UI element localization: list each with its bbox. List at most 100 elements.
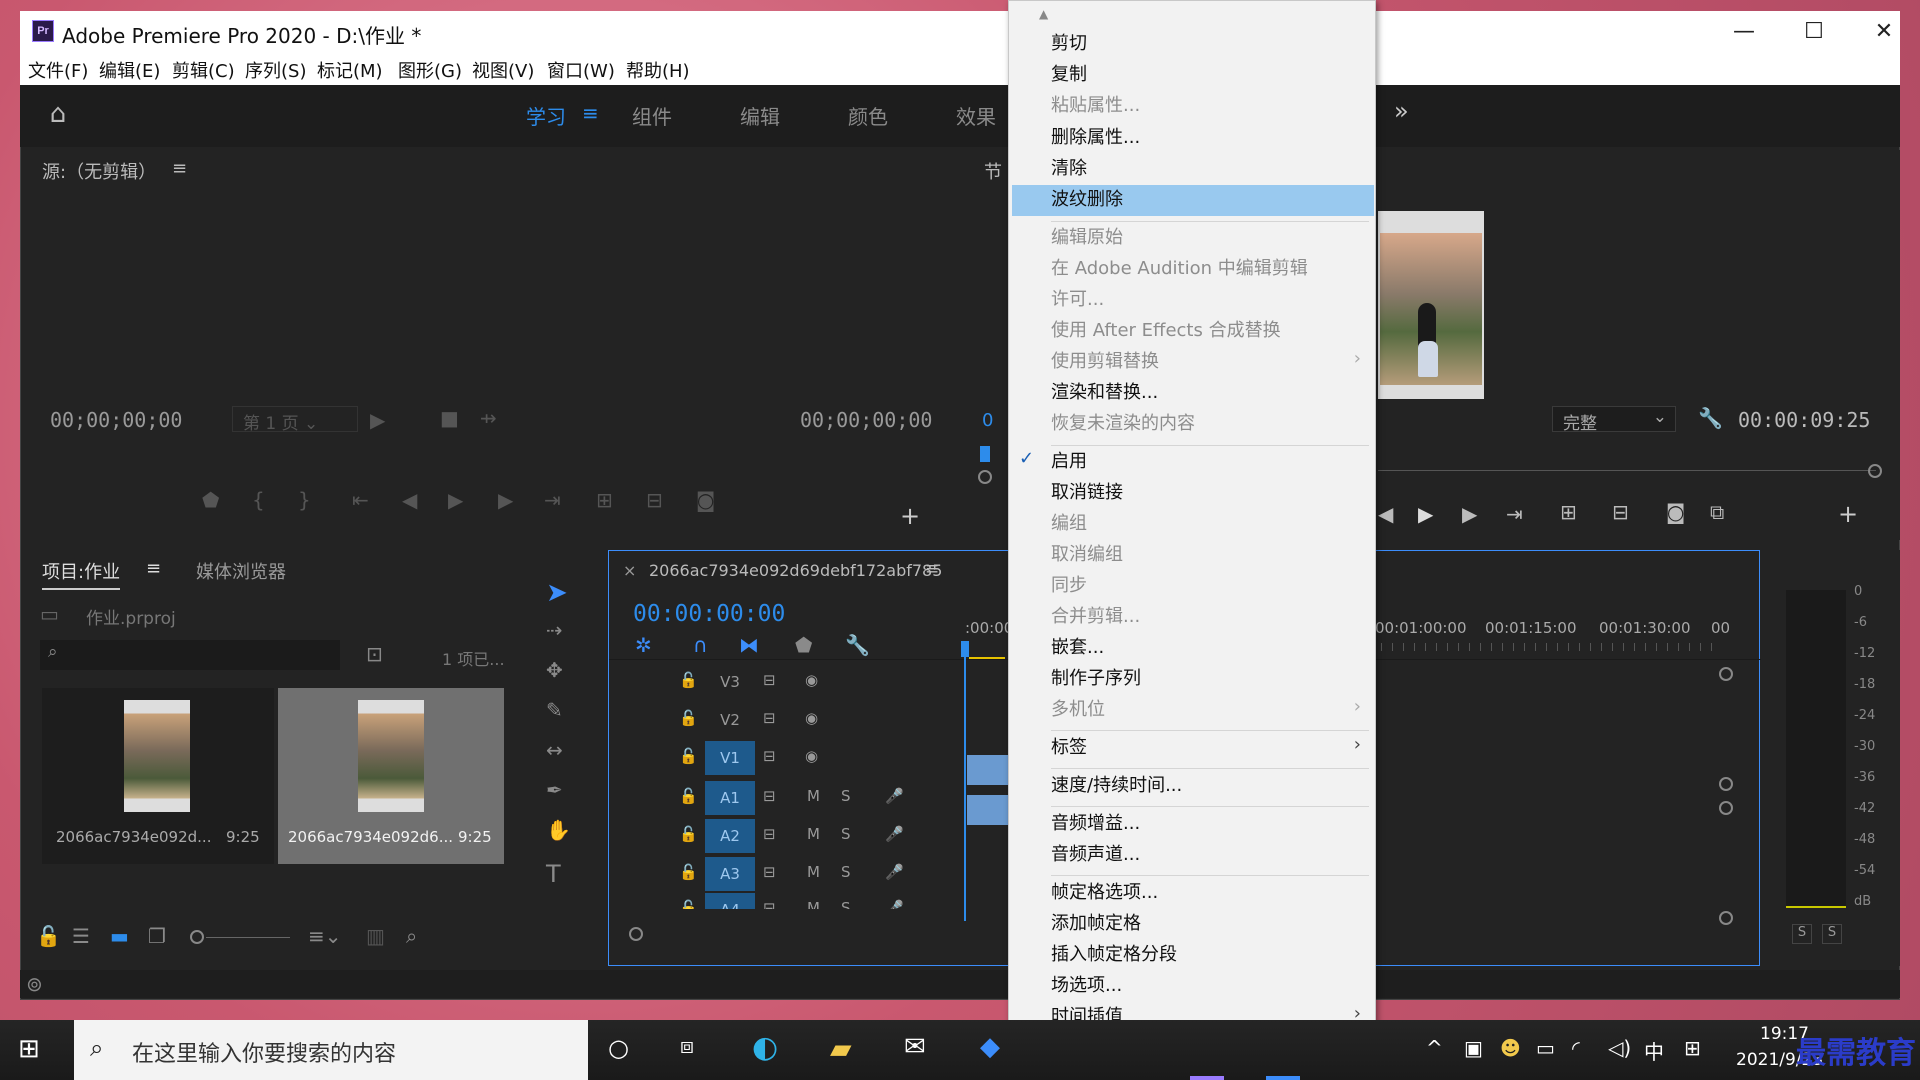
page-select[interactable]: 第 1 页 ⌄ <box>232 406 358 434</box>
voiceover-record-icon[interactable]: 🎤 <box>885 825 904 843</box>
step-forward-program-icon[interactable]: ▶ <box>1462 502 1477 526</box>
toggle-sync-lock-icon[interactable]: ⊟ <box>763 825 776 843</box>
toggle-sync-lock-icon[interactable]: ⊟ <box>763 709 776 727</box>
network-icon[interactable]: ◜ <box>1572 1036 1580 1060</box>
track-lock-icon[interactable]: 🔓 <box>679 899 698 909</box>
lock-icon[interactable]: 🔓 <box>36 924 61 948</box>
menu-file[interactable]: 文件(F) <box>28 57 88 83</box>
context-menu-item[interactable]: 嵌套... <box>1051 634 1104 662</box>
zoom-handle-left[interactable] <box>978 470 992 484</box>
track-label[interactable]: V1 <box>705 741 755 775</box>
slip-tool-icon[interactable]: ↔ <box>546 738 563 762</box>
context-menu-item[interactable]: 音频增益... <box>1051 810 1140 838</box>
workspace-learn[interactable]: 学习 <box>526 101 566 130</box>
menu-edit[interactable]: 编辑(E) <box>99 57 160 83</box>
creative-cloud-icon[interactable]: ⊚ <box>26 972 43 996</box>
step-back-program-icon[interactable]: ◀ <box>1378 502 1393 526</box>
find-icon[interactable]: ⌕ <box>406 924 417 948</box>
source-timecode-in[interactable]: 00;00;00;00 <box>50 408 182 432</box>
track-lock-icon[interactable]: 🔓 <box>679 747 698 765</box>
sort-icon[interactable]: ≡⌄ <box>308 924 342 948</box>
mute-track-icon[interactable]: M <box>807 787 820 805</box>
eye-icon[interactable]: ◉ <box>805 709 818 727</box>
export-frame-icon[interactable]: ◙ <box>696 488 715 512</box>
mute-track-icon[interactable]: M <box>807 863 820 881</box>
fit-select[interactable]: 完整 ⌄ <box>1552 406 1676 434</box>
zoom-slider-track[interactable] <box>206 937 290 938</box>
track-lock-icon[interactable]: 🔓 <box>679 671 698 689</box>
context-menu-item[interactable]: 删除属性... <box>1051 124 1140 152</box>
context-menu-item[interactable]: 标签 <box>1051 734 1087 762</box>
solo-track-icon[interactable]: S <box>841 825 851 843</box>
audio-zoom-handle-top[interactable] <box>1719 801 1733 815</box>
scroll-up-icon[interactable]: ▲ <box>1039 7 1048 21</box>
extract-icon[interactable]: ⊟ <box>1612 500 1629 524</box>
project-item-1[interactable]: 2066ac7934e092d... 9:25 <box>42 688 274 864</box>
qq-icon[interactable]: ☻ <box>1500 1036 1521 1060</box>
play-icon[interactable]: ▶ <box>370 408 385 432</box>
new-bin-icon[interactable]: ⊡ <box>366 642 383 666</box>
zoom-slider-handle[interactable] <box>190 930 204 944</box>
insert-icon[interactable]: ⊞ <box>596 488 613 512</box>
type-tool-icon[interactable]: T <box>546 860 561 888</box>
list-view-icon[interactable]: ☰ <box>72 924 90 948</box>
timeline-scroll-handle[interactable] <box>629 927 643 941</box>
windows-start-icon[interactable]: ⊞ <box>18 1034 40 1064</box>
menu-window[interactable]: 窗口(W) <box>547 57 615 83</box>
add-button-icon[interactable]: + <box>900 502 920 530</box>
add-program-button-icon[interactable]: + <box>1838 500 1858 528</box>
razor-tool-icon[interactable]: ✎ <box>546 698 563 722</box>
project-item-2[interactable]: 2066ac7934e092d6... 9:25 <box>278 688 504 864</box>
context-menu-item[interactable]: 清除 <box>1051 155 1087 183</box>
context-menu-item[interactable]: 启用 <box>1051 448 1087 476</box>
snap-nest-icon[interactable]: ✲ <box>635 633 652 657</box>
timeline-playhead[interactable] <box>961 641 969 657</box>
tray-app-icon[interactable]: ▣ <box>1464 1036 1483 1060</box>
menu-clip[interactable]: 剪辑(C) <box>172 57 235 83</box>
video-zoom-handle-top[interactable] <box>1719 667 1733 681</box>
mark-in-icon[interactable]: { <box>252 488 265 512</box>
project-search-input[interactable]: ⌕ <box>40 640 340 670</box>
eye-icon[interactable]: ◉ <box>805 747 818 765</box>
workspace-editing[interactable]: 编辑 <box>740 101 780 130</box>
track-label[interactable]: V2 <box>705 703 755 737</box>
show-hidden-icons-icon[interactable]: ^ <box>1426 1036 1443 1060</box>
go-to-out-program-icon[interactable]: ⇥ <box>1506 502 1523 526</box>
toggle-sync-lock-icon[interactable]: ⊟ <box>763 863 776 881</box>
context-menu-item[interactable]: 帧定格选项... <box>1051 879 1158 907</box>
icon-view-icon[interactable]: ▬ <box>110 924 129 948</box>
mute-track-icon[interactable]: M <box>807 825 820 843</box>
selection-tool-icon[interactable]: ➤ <box>546 578 568 608</box>
edge-browser-icon[interactable]: ◐ <box>752 1030 778 1065</box>
source-panel-title[interactable]: 源:（无剪辑） <box>42 158 156 184</box>
step-back-icon[interactable]: ◀ <box>402 488 417 512</box>
mute-track-icon[interactable]: M <box>807 899 820 909</box>
media-browser-tab[interactable]: 媒体浏览器 <box>196 558 286 584</box>
track-label[interactable]: A2 <box>705 819 755 853</box>
settings-wrench-icon[interactable]: 🔧 <box>1698 406 1723 430</box>
context-menu-item[interactable]: 速度/持续时间... <box>1051 772 1182 800</box>
task-view-icon[interactable]: ⧈ <box>680 1034 694 1059</box>
snap-magnet-icon[interactable]: ∩ <box>693 633 708 657</box>
lift-icon[interactable]: ⊞ <box>1560 500 1577 524</box>
video-zoom-handle-bottom[interactable] <box>1719 777 1733 791</box>
track-label[interactable]: A3 <box>705 857 755 891</box>
track-lock-icon[interactable]: 🔓 <box>679 863 698 881</box>
step-forward-icon[interactable]: ▶ <box>498 488 513 512</box>
voiceover-record-icon[interactable]: 🎤 <box>885 787 904 805</box>
solo-track-icon[interactable]: S <box>841 787 851 805</box>
timeline-timecode[interactable]: 00:00:00:00 <box>633 601 785 627</box>
mail-icon[interactable]: ✉ <box>904 1032 926 1062</box>
app-icon-1[interactable]: ◆ <box>980 1032 1000 1062</box>
track-select-tool-icon[interactable]: ⇢ <box>546 618 563 642</box>
mark-out-icon[interactable]: } <box>298 488 311 512</box>
toggle-sync-lock-icon[interactable]: ⊟ <box>763 671 776 689</box>
voiceover-record-icon[interactable]: 🎤 <box>885 899 904 909</box>
export-frame-program-icon[interactable]: ◙ <box>1666 500 1685 524</box>
track-label[interactable]: A4 <box>705 893 755 909</box>
menu-help[interactable]: 帮助(H) <box>626 57 690 83</box>
context-menu-item[interactable]: 音频声道... <box>1051 841 1140 869</box>
menu-marker[interactable]: 标记(M) <box>317 57 383 83</box>
workspace-effects[interactable]: 效果 <box>956 101 996 130</box>
timeline-settings-icon[interactable]: 🔧 <box>845 633 870 657</box>
